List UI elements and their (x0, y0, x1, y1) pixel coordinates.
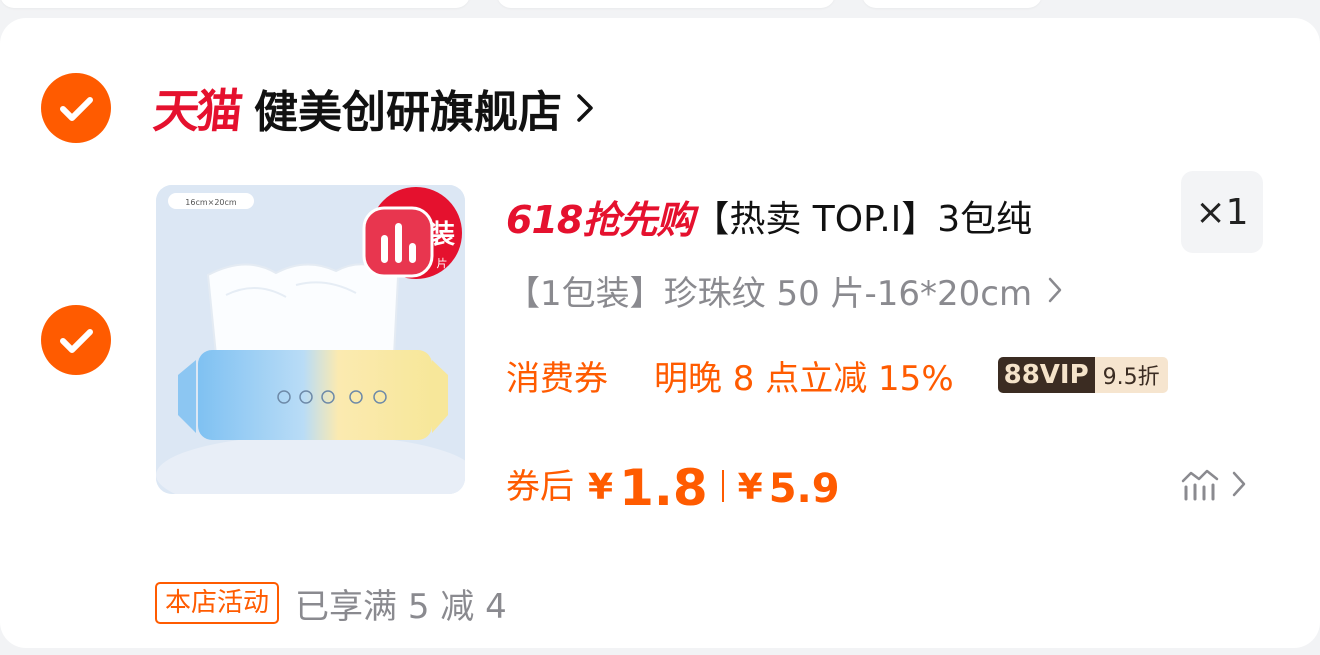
top-filter-pill[interactable] (0, 0, 470, 8)
promo-618-logo: 618抢先购 (506, 197, 694, 242)
after-coupon-label: 券后 (506, 467, 574, 507)
store-name: 健美创研旗舰店 (254, 87, 562, 138)
item-select-checkbox[interactable] (41, 305, 111, 375)
coupon-row: 消费券 明晚 8 点立减 15% 88VIP 9.5折 (506, 350, 1168, 400)
quantity-stepper[interactable]: ×1 (1181, 171, 1263, 253)
vip-badge-right: 9.5折 (1094, 357, 1168, 393)
store-header-link[interactable]: 天猫 健美创研旗舰店 (150, 78, 594, 138)
image-badge-sub: 片 (437, 257, 448, 270)
after-coupon-price: 1.8 (619, 459, 708, 517)
price-divider (721, 470, 724, 502)
tmall-logo: 天猫 (150, 84, 243, 138)
store-activity-row[interactable]: 本店活动 已享满 5 减 4 (155, 580, 507, 627)
chevron-right-icon (1232, 471, 1246, 497)
coupon-label: 消费券 (506, 358, 608, 399)
top-filter-pill[interactable] (862, 0, 1042, 8)
vip-badge-left: 88VIP (997, 357, 1095, 393)
price-row: 券后 ¥ 1.8 ¥ 5.9 (506, 450, 840, 516)
product-title: 【热卖 TOP.I】3包纯 (693, 199, 1033, 240)
check-icon (60, 329, 93, 353)
image-size-label: 16cm×20cm (185, 198, 237, 207)
coupon-text: 明晚 8 点立减 15% (654, 358, 954, 399)
top-filter-pill[interactable] (497, 0, 835, 8)
currency-symbol: ¥ (737, 467, 763, 508)
vip-discount-badge: 88VIP 9.5折 (997, 357, 1168, 393)
currency-symbol: ¥ (588, 467, 614, 508)
product-image[interactable]: 16cm×20cm 装 片 (156, 185, 465, 494)
sku-selector[interactable]: 【1包装】珍珠纹 50 片-16*20cm (506, 266, 1062, 314)
product-title-link[interactable]: 618抢先购 【热卖 TOP.I】3包纯 (506, 188, 1146, 244)
sku-text: 【1包装】珍珠纹 50 片-16*20cm (506, 273, 1033, 314)
price-trend-icon (1181, 469, 1219, 501)
store-activity-text: 已享满 5 减 4 (295, 586, 507, 627)
price-trend-button[interactable] (1180, 464, 1246, 504)
product-photo-illustration: 16cm×20cm 装 片 (156, 185, 465, 494)
top-filter-bar (0, 0, 1320, 16)
original-price: 5.9 (768, 466, 840, 512)
store-activity-tag: 本店活动 (155, 582, 280, 624)
chevron-right-icon (1048, 277, 1062, 303)
store-cart-card: 天猫 健美创研旗舰店 16cm×20cm 装 片 618抢先购 【热卖 TOP.… (0, 18, 1320, 648)
chevron-right-icon (577, 94, 593, 122)
store-select-checkbox[interactable] (41, 73, 111, 143)
check-icon (60, 97, 93, 121)
